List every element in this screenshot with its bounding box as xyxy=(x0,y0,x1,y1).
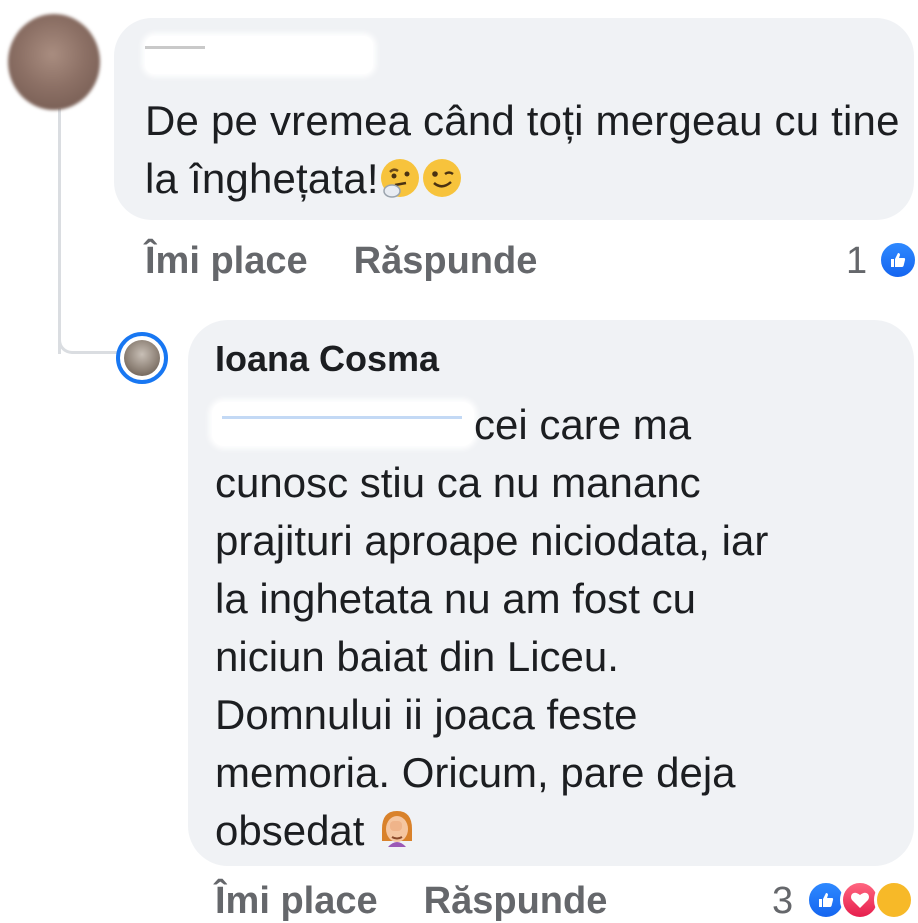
reply-text-line: la inghetata nu am fost cu xyxy=(215,575,696,622)
reply-text-line: Domnului ii joaca feste xyxy=(215,691,638,738)
comment-text-content: De pe vremea când toți mergeau cu tine l… xyxy=(145,97,900,202)
reaction-count[interactable]: 3 xyxy=(772,880,793,923)
care-icon[interactable] xyxy=(874,880,914,920)
reply-text-line: memoria. Oricum, pare deja xyxy=(215,749,736,796)
reply-actions: Îmi place Răspunde xyxy=(215,880,607,923)
woman-facepalming-icon xyxy=(376,807,418,866)
reply-text-last: obsedat xyxy=(215,802,418,866)
reaction-count[interactable]: 1 xyxy=(846,240,867,283)
reply-text-line: cei care ma xyxy=(474,401,692,448)
avatar[interactable] xyxy=(124,340,160,376)
reply-button[interactable]: Răspunde xyxy=(424,880,608,922)
reply-text-line: obsedat xyxy=(215,807,365,854)
comment-text: De pe vremea când toți mergeau cu tine l… xyxy=(145,92,905,214)
thread-connector xyxy=(58,340,118,354)
winking-face-icon xyxy=(421,156,463,214)
avatar[interactable] xyxy=(8,14,100,110)
like-icon[interactable] xyxy=(878,240,918,280)
thread-line xyxy=(58,108,61,354)
comment-actions: Îmi place Răspunde xyxy=(145,240,537,288)
reply-text-line: niciun baiat din Liceu. xyxy=(215,633,619,680)
redacted-mention xyxy=(212,402,474,446)
thinking-face-icon xyxy=(379,156,421,214)
reply-text-line: prajituri aproape niciodata, iar xyxy=(215,517,769,564)
like-button[interactable]: Îmi place xyxy=(145,240,308,283)
reply-author[interactable]: Ioana Cosma xyxy=(215,338,439,380)
reply-text-line: cunosc stiu ca nu mananc xyxy=(215,459,701,506)
redacted-author-name xyxy=(145,36,373,74)
reply-button[interactable]: Răspunde xyxy=(354,240,538,283)
like-button[interactable]: Îmi place xyxy=(215,880,378,922)
